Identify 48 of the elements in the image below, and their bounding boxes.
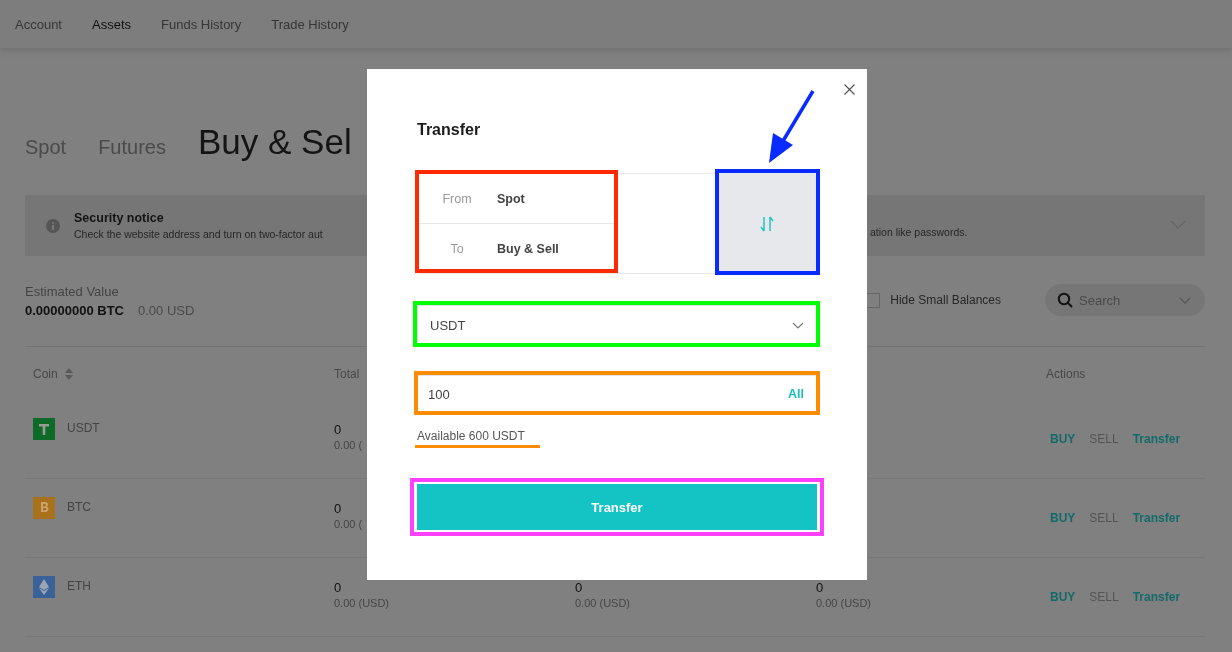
usd-value: 0.00 (USD) — [816, 597, 872, 609]
available-balance: Available 600 USDT — [417, 429, 526, 445]
amount-text: 0 — [334, 422, 342, 437]
amount-text: 0 — [575, 580, 583, 595]
section-tab[interactable]: Buy & Sel — [197, 122, 352, 162]
checkbox-label: Hide Small Balances — [890, 293, 1001, 307]
route-label: From — [441, 191, 473, 206]
column-header: Total — [334, 366, 361, 381]
amount-text: 0 — [816, 580, 824, 595]
chevron-down-icon — [1179, 296, 1191, 304]
notice-title: Security notice — [74, 211, 165, 225]
column-header[interactable]: Coin — [33, 366, 334, 381]
coin-name: ETH — [67, 579, 91, 593]
account-value[interactable]: Spot — [497, 191, 525, 206]
action-link[interactable]: Transfer — [1132, 590, 1181, 604]
usd-value: 0.00 (USD) — [334, 597, 390, 609]
column-header: Actions — [1046, 366, 1087, 381]
amount-text: 0 — [334, 501, 342, 516]
action-link[interactable]: BUY — [1050, 590, 1076, 604]
transfer-button[interactable]: Transfer — [417, 484, 817, 530]
nav-tab[interactable]: Account — [15, 16, 62, 32]
chevron-down-icon — [792, 321, 804, 329]
search-icon — [1057, 292, 1073, 308]
info-icon — [46, 218, 60, 233]
coin-name: USDT — [67, 421, 100, 435]
coin-select[interactable]: USDT — [417, 305, 817, 345]
action-link[interactable]: Transfer — [1132, 432, 1181, 446]
nav-tab[interactable]: Funds History — [161, 16, 242, 32]
amount-text: 0 — [334, 580, 342, 595]
route-label: To — [449, 241, 465, 256]
usd-value: 0.00 (USD) — [575, 597, 631, 609]
btc-value: 0.00000000 BTC — [25, 303, 124, 318]
action-link[interactable]: Transfer — [1132, 511, 1181, 525]
notice-text: ation like passwords. — [870, 226, 968, 238]
notice-text: Check the website address and turn on two-factor aut — [74, 228, 323, 240]
nav-tab[interactable]: Assets — [92, 16, 131, 32]
usd-value: 0.00 ( — [334, 518, 363, 530]
estimated-label: Estimated Value — [25, 284, 120, 299]
swap-icon — [760, 215, 774, 232]
nav-tab[interactable]: Trade History — [271, 16, 349, 32]
action-link[interactable]: BUY — [1050, 432, 1076, 446]
action-link[interactable]: BUY — [1050, 511, 1076, 525]
all-link[interactable]: All — [788, 387, 804, 401]
usd-value: 0.00 ( — [334, 439, 363, 451]
close-icon[interactable] — [844, 84, 855, 95]
dialog-title: Transfer — [417, 121, 482, 140]
coin-name: BTC — [67, 500, 91, 514]
account-value[interactable]: Buy & Sell — [497, 241, 559, 256]
